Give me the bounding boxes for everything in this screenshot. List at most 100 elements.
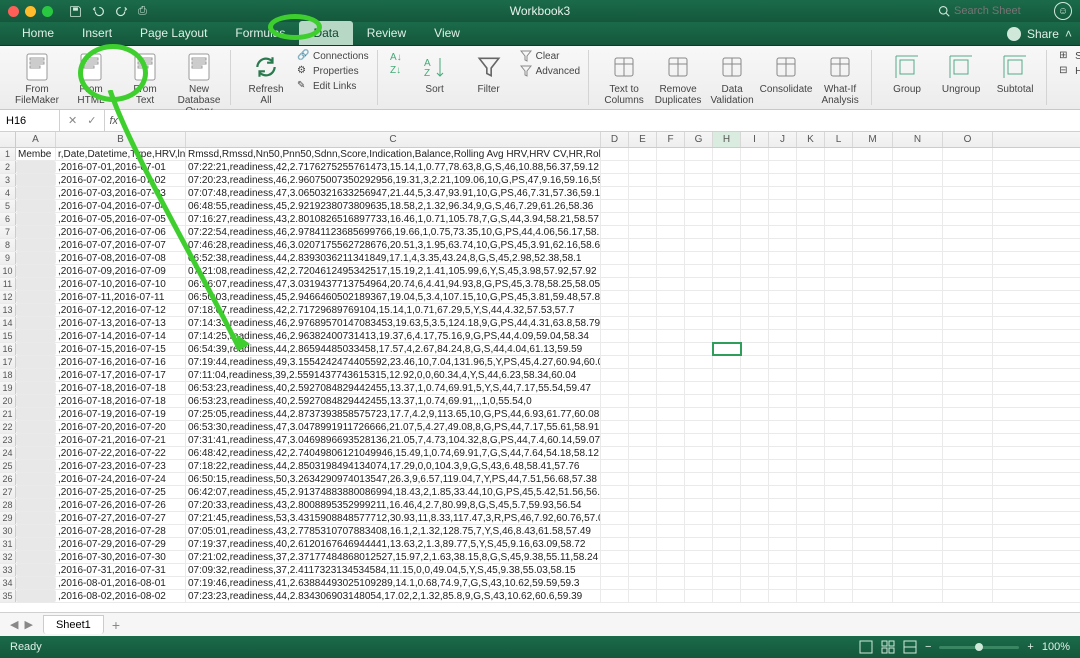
row-header[interactable]: 7 bbox=[0, 226, 16, 238]
cell[interactable] bbox=[825, 304, 853, 316]
cell[interactable] bbox=[825, 330, 853, 342]
cell[interactable] bbox=[943, 395, 993, 407]
cell[interactable]: ,2016-07-26,2016-07-26 bbox=[56, 499, 186, 511]
cell[interactable] bbox=[601, 200, 629, 212]
cell[interactable] bbox=[713, 447, 741, 459]
cell[interactable] bbox=[657, 395, 685, 407]
cell[interactable] bbox=[601, 421, 629, 433]
undo-icon[interactable] bbox=[92, 5, 105, 18]
cell[interactable]: ,2016-07-05,2016-07-05 bbox=[56, 213, 186, 225]
row-header[interactable]: 9 bbox=[0, 252, 16, 264]
cell[interactable] bbox=[741, 317, 769, 329]
cell[interactable] bbox=[16, 265, 56, 277]
cell[interactable] bbox=[657, 382, 685, 394]
cell[interactable] bbox=[16, 291, 56, 303]
cell[interactable]: ,2016-08-01,2016-08-01 bbox=[56, 577, 186, 589]
cell[interactable] bbox=[853, 499, 893, 511]
cell[interactable] bbox=[769, 577, 797, 589]
cell[interactable] bbox=[853, 343, 893, 355]
cell[interactable] bbox=[601, 239, 629, 251]
row-header[interactable]: 17 bbox=[0, 356, 16, 368]
row-header[interactable]: 25 bbox=[0, 460, 16, 472]
cell[interactable] bbox=[797, 421, 825, 433]
cell[interactable] bbox=[825, 200, 853, 212]
cell[interactable] bbox=[893, 356, 943, 368]
cell[interactable] bbox=[741, 551, 769, 563]
cell[interactable] bbox=[943, 330, 993, 342]
cell[interactable] bbox=[853, 226, 893, 238]
cell[interactable] bbox=[825, 499, 853, 511]
cell[interactable] bbox=[657, 512, 685, 524]
sheet-nav-prev-icon[interactable]: ◀ bbox=[10, 618, 18, 631]
cell[interactable] bbox=[825, 525, 853, 537]
cell[interactable]: 06:53:23,readiness,40,2.5927084829442455… bbox=[186, 395, 601, 407]
cell[interactable] bbox=[769, 395, 797, 407]
row-header[interactable]: 20 bbox=[0, 395, 16, 407]
cell[interactable] bbox=[769, 447, 797, 459]
confirm-formula-icon[interactable]: ✓ bbox=[87, 114, 96, 127]
text-button[interactable]: From Text bbox=[122, 50, 168, 106]
cell[interactable] bbox=[893, 148, 943, 160]
cell[interactable] bbox=[741, 239, 769, 251]
cell[interactable] bbox=[629, 525, 657, 537]
zoom-out-button[interactable]: − bbox=[925, 641, 931, 653]
cell[interactable]: 07:05:01,readiness,43,2.7785310707883408… bbox=[186, 525, 601, 537]
cell[interactable] bbox=[741, 161, 769, 173]
cell[interactable] bbox=[629, 239, 657, 251]
cell[interactable] bbox=[797, 369, 825, 381]
cell[interactable] bbox=[797, 525, 825, 537]
cell[interactable] bbox=[601, 408, 629, 420]
cell[interactable] bbox=[943, 252, 993, 264]
cell[interactable] bbox=[629, 356, 657, 368]
cell[interactable] bbox=[893, 278, 943, 290]
cell[interactable] bbox=[713, 538, 741, 550]
row-header[interactable]: 6 bbox=[0, 213, 16, 225]
cell[interactable]: 07:21:45,readiness,53,3.4315908848577712… bbox=[186, 512, 601, 524]
cell[interactable] bbox=[601, 356, 629, 368]
user-avatar-icon[interactable] bbox=[1007, 27, 1021, 41]
cell[interactable] bbox=[893, 525, 943, 537]
cell[interactable]: ,2016-07-20,2016-07-20 bbox=[56, 421, 186, 433]
row-header[interactable]: 4 bbox=[0, 187, 16, 199]
cell[interactable] bbox=[825, 356, 853, 368]
cell[interactable] bbox=[943, 356, 993, 368]
column-header-L[interactable]: L bbox=[825, 132, 853, 147]
cell[interactable] bbox=[629, 187, 657, 199]
cell[interactable]: ,2016-07-18,2016-07-18 bbox=[56, 395, 186, 407]
row-header[interactable]: 23 bbox=[0, 434, 16, 446]
search-sheet[interactable] bbox=[938, 5, 1044, 17]
cell[interactable]: ,2016-07-09,2016-07-09 bbox=[56, 265, 186, 277]
cell[interactable] bbox=[893, 382, 943, 394]
cell[interactable] bbox=[825, 369, 853, 381]
cell[interactable] bbox=[943, 590, 993, 602]
zoom-window[interactable] bbox=[42, 6, 53, 17]
cell[interactable]: ,2016-07-13,2016-07-13 bbox=[56, 317, 186, 329]
cell[interactable] bbox=[797, 304, 825, 316]
cell[interactable] bbox=[797, 330, 825, 342]
cell[interactable] bbox=[797, 200, 825, 212]
cell[interactable]: 06:56:07,readiness,47,3.0319437713754964… bbox=[186, 278, 601, 290]
cell[interactable] bbox=[601, 213, 629, 225]
cell[interactable] bbox=[943, 434, 993, 446]
cell[interactable] bbox=[657, 564, 685, 576]
cell[interactable] bbox=[741, 590, 769, 602]
cell[interactable] bbox=[713, 486, 741, 498]
cell[interactable] bbox=[797, 395, 825, 407]
cell[interactable] bbox=[769, 369, 797, 381]
cell[interactable] bbox=[853, 252, 893, 264]
cell[interactable] bbox=[769, 330, 797, 342]
cell[interactable] bbox=[853, 551, 893, 563]
cell[interactable] bbox=[825, 564, 853, 576]
cell[interactable]: ,2016-07-18,2016-07-18 bbox=[56, 382, 186, 394]
cell[interactable] bbox=[797, 161, 825, 173]
view-pagebreak-icon[interactable] bbox=[903, 640, 917, 654]
cell[interactable]: ,2016-07-16,2016-07-16 bbox=[56, 356, 186, 368]
cell[interactable] bbox=[769, 148, 797, 160]
cell[interactable]: 07:11:04,readiness,39,2.5591437743615315… bbox=[186, 369, 601, 381]
cell[interactable] bbox=[685, 525, 713, 537]
cell[interactable] bbox=[657, 187, 685, 199]
ungroup-button[interactable]: Ungroup bbox=[938, 50, 984, 95]
cell[interactable] bbox=[16, 395, 56, 407]
cell[interactable]: 07:07:48,readiness,47,3.0650321633256947… bbox=[186, 187, 601, 199]
remove-duplicates-button[interactable]: Remove Duplicates bbox=[655, 50, 701, 106]
